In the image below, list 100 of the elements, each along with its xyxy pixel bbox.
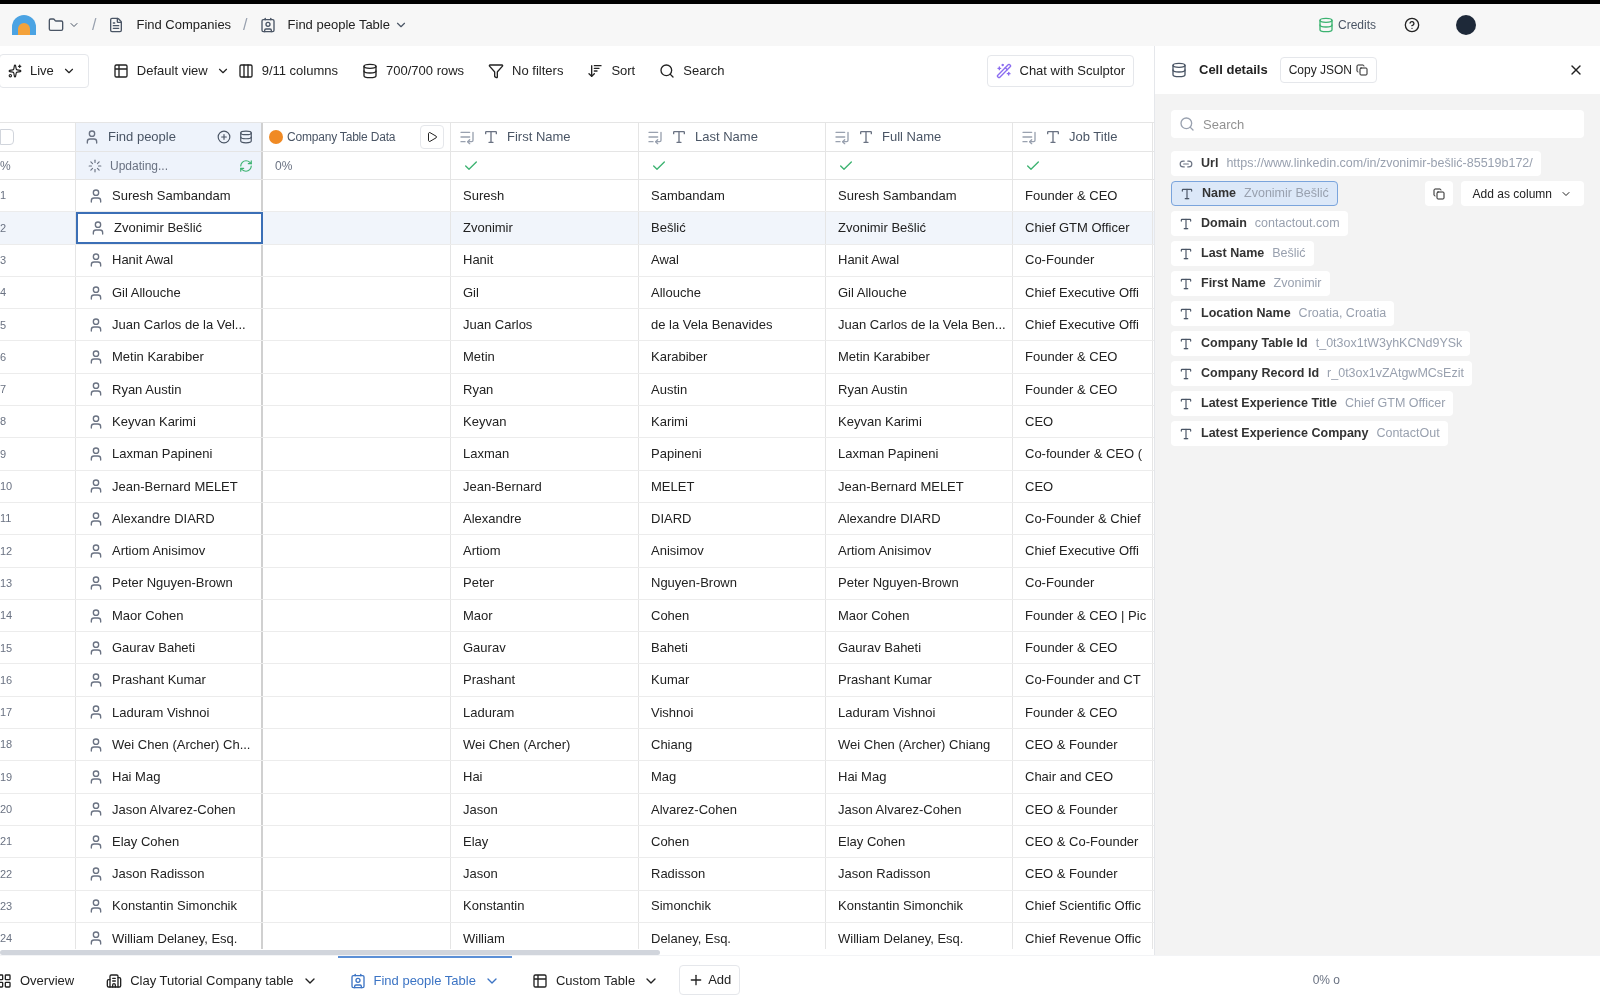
field-chip[interactable]: Company Table Id t_0t3ox1tW3yhKCNd9YSk [1171, 331, 1471, 356]
table-cell-text: Laduram Vishnoi [838, 703, 936, 722]
person-icon [88, 672, 104, 689]
field-chip[interactable]: Company Record Id r_0t3ox1vZAtgwMCsEzit [1171, 361, 1472, 386]
row-number: 21 [0, 834, 13, 850]
row-number: 1 [0, 188, 7, 204]
table-cell-text: Cohen [651, 606, 690, 625]
rows-button[interactable]: 700/700 rows [362, 61, 465, 81]
sheet-tab[interactable]: Overview [0, 956, 87, 1003]
person-icon [88, 413, 104, 430]
folder-icon[interactable] [48, 17, 64, 33]
person-icon [88, 316, 104, 333]
table-cell-text: Zvonimir Bešlić [838, 219, 927, 238]
row-number: 14 [0, 608, 13, 624]
person-cell[interactable]: Gaurav Baheti [76, 632, 263, 664]
field-chip[interactable]: Domain contactout.com [1171, 211, 1348, 236]
column-header[interactable]: Last Name [695, 127, 817, 147]
table-cell-text: Founder & CEO [1025, 703, 1118, 722]
sheet-tab[interactable]: Clay Tutorial Company table [94, 956, 330, 1003]
person-cell[interactable]: Alexandre DIARD [76, 502, 263, 535]
panel-title: Cell details [1199, 61, 1268, 80]
person-cell[interactable]: Artiom Anisimov [76, 535, 263, 567]
field-chip[interactable]: Latest Experience Title Chief GTM Officer [1171, 391, 1454, 416]
table-cell-text: Juan Carlos de la Vela Ben... [838, 316, 1006, 335]
copy-icon [1432, 187, 1445, 200]
chat-button[interactable]: Chat with Sculptor [986, 55, 1134, 87]
table-cell-text: Laduram [463, 703, 515, 722]
field-chip[interactable]: Last Name Bešlić [1171, 241, 1314, 266]
table-cell-text: Keyvan Karimi [838, 412, 922, 431]
person-cell[interactable]: Zvonimir Bešlić [76, 212, 263, 244]
person-cell[interactable]: Laxman Papineni [76, 438, 263, 470]
sheet-tab[interactable]: Find people Table [337, 956, 512, 1003]
column-header[interactable]: Full Name [882, 127, 1004, 147]
table-cell-text: Gil Allouche [838, 283, 907, 302]
field-chip[interactable]: Name Zvonimir Bešlić [1171, 181, 1338, 206]
field-chip[interactable]: Location Name Croatia, Croatia [1171, 301, 1395, 326]
scrollbar-icon[interactable] [0, 949, 660, 955]
row-number: 19 [0, 769, 13, 785]
copy-icon [1356, 64, 1368, 76]
person-cell[interactable]: Wei Chen (Archer) Ch... [76, 729, 263, 761]
table-cell-text: Chief GTM Officer [1025, 219, 1130, 238]
person-cell[interactable]: Konstantin Simonchik [76, 890, 263, 922]
table-cell-text: Founder & CEO [1025, 380, 1118, 399]
filter-button[interactable]: No filters [488, 61, 564, 81]
breadcrumb-link[interactable]: Find Companies [136, 15, 232, 35]
database-icon[interactable] [239, 130, 253, 144]
select-all-checkbox[interactable] [0, 129, 14, 145]
table-cell-text: CEO [1025, 477, 1054, 496]
person-cell[interactable]: Hanit Awal [76, 244, 263, 276]
field-chip[interactable]: Url https://www.linkedin.com/in/zvonimir-bešlić-85519b172/ [1171, 151, 1541, 176]
database-icon [1171, 62, 1187, 78]
person-cell[interactable]: Hai Mag [76, 761, 263, 793]
person-cell[interactable]: Ryan Austin [76, 373, 263, 406]
add-column-button[interactable]: Add as column [1460, 181, 1584, 206]
row-number: 16 [0, 672, 13, 688]
run-button[interactable] [420, 125, 444, 149]
person-cell[interactable]: Keyvan Karimi [76, 406, 263, 438]
column-header[interactable]: First Name [507, 127, 630, 147]
person-cell[interactable]: Peter Nguyen-Brown [76, 567, 263, 599]
person-cell[interactable]: Jason Alvarez-Cohen [76, 793, 263, 825]
list-icon [834, 129, 850, 145]
add-tab-button[interactable]: Add [679, 964, 741, 995]
sort-icon [587, 63, 604, 79]
field-chip[interactable]: Latest Experience Company ContactOut [1171, 421, 1448, 446]
text-type-icon [671, 129, 687, 145]
columns-button[interactable]: 9/11 columns [237, 61, 339, 81]
live-button[interactable]: Live [0, 54, 89, 88]
person-cell[interactable]: Metin Karabiber [76, 341, 263, 373]
column-header[interactable]: Job Title [1069, 127, 1144, 147]
text-type-icon [1179, 216, 1193, 231]
table-cell-text: Prashant [463, 671, 516, 690]
person-cell[interactable]: Jean-Bernard MELET [76, 470, 263, 502]
help-icon[interactable] [1404, 17, 1420, 33]
row-number: 23 [0, 898, 13, 914]
search-field[interactable]: Search [1171, 110, 1584, 138]
wand-icon [995, 63, 1012, 79]
table-cell-text: Elay Cohen [838, 832, 906, 851]
person-cell[interactable]: Juan Carlos de la Vel... [76, 309, 263, 341]
table-cell-text: Founder & CEO [1025, 639, 1118, 658]
add-icon[interactable] [217, 130, 231, 144]
person-cell[interactable]: Gil Allouche [76, 276, 263, 309]
person-cell[interactable]: Elay Cohen [76, 825, 263, 858]
person-cell[interactable]: Jason Radisson [76, 858, 263, 890]
sort-button[interactable]: Sort [587, 61, 636, 81]
column-header[interactable]: Company Table Data [287, 128, 416, 146]
avatar-icon[interactable] [1456, 15, 1476, 35]
table-cell-text: Ryan [463, 380, 494, 399]
copy-button[interactable] [1424, 181, 1453, 206]
search-button[interactable]: Search [659, 61, 725, 81]
logo-icon[interactable] [12, 15, 36, 35]
view-menu[interactable]: Default view [112, 61, 230, 81]
person-cell[interactable]: Prashant Kumar [76, 664, 263, 696]
status-text: Updating... [110, 157, 170, 175]
copy-json-button[interactable]: Copy JSON [1279, 57, 1377, 83]
sheet-tab[interactable]: Custom Table [519, 956, 672, 1003]
person-cell[interactable]: Laduram Vishnoi [76, 696, 263, 729]
breadcrumb-link[interactable]: Find people Table [287, 15, 390, 35]
credits-link[interactable]: Credits [1338, 16, 1376, 34]
field-chip[interactable]: First Name Zvonimir [1171, 271, 1330, 296]
person-cell[interactable]: Maor Cohen [76, 599, 263, 632]
